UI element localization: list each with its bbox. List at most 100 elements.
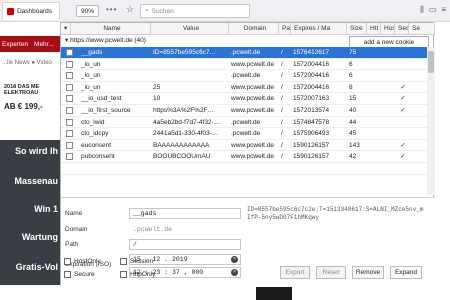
table-row[interactable]: _io_un .pcwelt.de / 1572004416 6 xyxy=(61,70,427,82)
raw-cookie-value[interactable]: ID=8557be595c6c7c2e:T=1513340617:S=ALNI_… xyxy=(247,206,427,222)
row-checkbox[interactable] xyxy=(66,72,73,80)
cell-domain: www.pcwelt.de xyxy=(231,83,274,91)
menu-icon[interactable]: ≡ xyxy=(441,5,446,15)
teaser-item[interactable]: Massenau xyxy=(0,176,60,186)
hostonly-checkbox-row[interactable]: HostOnly xyxy=(64,258,101,265)
expand-button[interactable]: Expand xyxy=(390,266,422,279)
sidebar-icon[interactable]: ▭ xyxy=(429,5,437,15)
library-icon[interactable]: ⫼ xyxy=(420,5,424,15)
col-hostonly[interactable]: Hos xyxy=(381,23,395,35)
ad-title-1: 2018 DAS ME xyxy=(4,84,40,90)
col-secure[interactable]: Sec xyxy=(395,23,409,35)
domain-label: Domain xyxy=(65,226,88,233)
table-row[interactable]: cto_lwid 4a5eb2bd-f7d7-4f32-… .pcwelt.de / 1… xyxy=(61,117,427,129)
cell-name: __io_first_source xyxy=(81,107,131,114)
cell-size xyxy=(347,163,367,175)
teaser-item[interactable]: So wird Ih xyxy=(0,146,60,156)
cell-size: 45 xyxy=(349,130,357,138)
reset-button[interactable]: Reset xyxy=(316,266,346,279)
remove-button[interactable]: Remove xyxy=(352,266,384,279)
httponly-checkbox[interactable]: HttpOnly xyxy=(120,271,155,278)
path-field[interactable]: / xyxy=(129,239,241,250)
cell-sec: ✓ xyxy=(400,95,406,103)
page-actions-icon[interactable]: ••• xyxy=(106,5,117,14)
cell-name: __io_usd_test xyxy=(81,95,122,103)
cell-size: 40 xyxy=(349,107,357,114)
httponly-label: HttpOnly xyxy=(130,271,156,278)
site-nav-item-experten[interactable]: Experten xyxy=(2,41,28,48)
cell-name: _io_un xyxy=(81,83,101,91)
site-nav-item-more[interactable]: Mehr... xyxy=(34,41,54,48)
row-checkbox[interactable] xyxy=(66,130,73,138)
cell-expires: 1574847578 xyxy=(293,118,330,126)
cell-domain: www.pcwelt.de xyxy=(231,95,274,103)
cell-domain: www.pcwelt.de xyxy=(231,153,274,161)
site-subnav[interactable]: ...lle News ● Video xyxy=(0,60,52,66)
cell-domain: .pcwelt.de xyxy=(231,118,261,126)
table-row[interactable]: __io_first_source https%3A%2F%2F… www.pcwe… xyxy=(61,105,427,117)
teaser-item[interactable]: Wartung xyxy=(0,232,60,242)
table-row[interactable]: pubconsent BOOUBCOOUmAU www.pcwelt.de / 1590… xyxy=(61,151,427,163)
cell-value xyxy=(151,163,229,175)
favicon-icon xyxy=(7,8,14,15)
cell-domain: www.pcwelt.de xyxy=(231,60,274,68)
table-scrollbar[interactable] xyxy=(427,47,435,195)
teaser-item[interactable]: Win 1 xyxy=(0,204,60,214)
cell-sec xyxy=(395,163,409,175)
browser-tab[interactable]: Dashboards xyxy=(2,2,60,20)
col-expires[interactable]: Expires / Ma xyxy=(291,23,347,35)
session-checkbox[interactable]: Session xyxy=(120,258,153,265)
cell-size: 143 xyxy=(349,141,360,149)
cell-path: / xyxy=(281,118,283,126)
row-checkbox[interactable] xyxy=(66,95,73,103)
cell-expires xyxy=(291,163,347,175)
row-checkbox[interactable] xyxy=(66,49,73,56)
col-domain[interactable]: Domain xyxy=(229,23,279,35)
col-httponly[interactable]: Htt xyxy=(367,23,381,35)
cell-sec: ✓ xyxy=(400,153,406,161)
zoom-level[interactable]: 90% xyxy=(76,5,100,17)
teaser-item[interactable]: Gratis-Vol xyxy=(0,262,60,272)
clear-time-icon[interactable]: × xyxy=(231,269,238,276)
bookmark-star-icon[interactable]: ☆ xyxy=(126,4,134,15)
name-label: Name xyxy=(65,210,83,217)
page-right-margin xyxy=(434,22,450,300)
col-session[interactable]: Se xyxy=(409,23,435,35)
col-name[interactable]: Name xyxy=(71,23,151,35)
table-row[interactable]: euconsent BAAAAAAAAAAAA www.pcwelt.de / 1590… xyxy=(61,140,427,152)
scrollbar-thumb[interactable] xyxy=(428,51,434,73)
row-checkbox[interactable] xyxy=(66,60,73,68)
row-checkbox[interactable] xyxy=(66,153,73,161)
site-nav: Experten Mehr... xyxy=(0,36,60,52)
cell-name: euconsent xyxy=(81,141,111,149)
cell-value: https%3A%2F%2F… xyxy=(153,107,215,114)
export-button[interactable]: Export xyxy=(280,266,310,279)
col-expand[interactable]: ▾ xyxy=(61,23,71,35)
table-row[interactable] xyxy=(61,163,427,175)
row-checkbox[interactable] xyxy=(66,107,73,114)
secure-checkbox[interactable]: Secure xyxy=(64,271,95,278)
cell-sec: ✓ xyxy=(400,141,406,149)
table-row[interactable]: __io_usd_test 10 www.pcwelt.de / 1572007163 1… xyxy=(61,93,427,105)
row-checkbox[interactable] xyxy=(66,83,73,91)
cell-expires: 1590126157 xyxy=(293,153,330,161)
table-row[interactable]: _io_un 25 www.pcwelt.de / 1572004416 8 ✓ xyxy=(61,82,427,94)
table-row[interactable]: _io_un www.pcwelt.de / 1572004416 6 xyxy=(61,59,427,71)
col-size[interactable]: Size xyxy=(347,23,367,35)
cell-sec xyxy=(395,128,409,140)
search-input[interactable]: ⌕ Suchen xyxy=(140,4,250,18)
row-checkbox[interactable] xyxy=(66,118,73,126)
advertisement[interactable]: 2018 DAS ME ELEKTROAU AB € 199,- xyxy=(0,80,60,120)
row-checkbox[interactable] xyxy=(66,141,73,149)
cell-expires: 1575906493 xyxy=(293,130,330,138)
name-field[interactable]: __gads xyxy=(129,208,241,219)
col-path[interactable]: Pa xyxy=(279,23,291,35)
tab-label: Dashboards xyxy=(17,8,53,15)
clear-date-icon[interactable]: × xyxy=(231,256,238,263)
secure-box xyxy=(64,271,71,278)
table-row[interactable]: cto_idcpy 2441a5d1-330-4f03-… .pcwelt.de / 1… xyxy=(61,128,427,140)
domain-field[interactable]: .pcwelt.de xyxy=(129,224,241,235)
table-row[interactable]: __gads ID=8557be595c6c7… .pcwelt.de / 157641… xyxy=(61,47,427,59)
col-value[interactable]: Value xyxy=(151,23,229,35)
cell-size: 44 xyxy=(349,118,357,126)
